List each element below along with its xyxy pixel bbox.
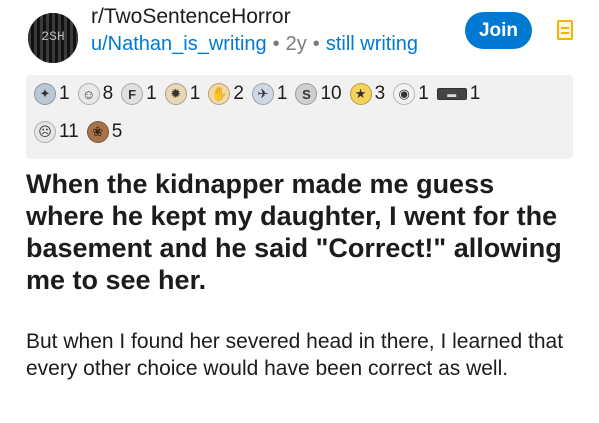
award-item[interactable]: ✋ 2 <box>208 83 244 105</box>
avatar-text: 2SH <box>41 29 65 44</box>
awards-row-1: ✦ 1 ☺ 8 F1 ✹ 1 ✋ 2 ✈ 1 S 10 ★ 3 ◉ 1 ▬ 1 <box>34 83 488 105</box>
award-item[interactable]: ❀ 5 <box>86 121 122 143</box>
award-item[interactable]: ☹ 11 <box>34 121 79 143</box>
award-item[interactable]: ★ 3 <box>349 83 385 105</box>
post-meta: u/Nathan_is_writing • 2y • still writing <box>91 33 418 56</box>
award-item[interactable]: ✦ 1 <box>34 83 70 105</box>
awards-row-2: ☹ 11 ❀ 5 <box>34 121 130 143</box>
banner-award-icon: ▬ <box>436 88 467 100</box>
awards-bar[interactable]: ✦ 1 ☺ 8 F1 ✹ 1 ✋ 2 ✈ 1 S 10 ★ 3 ◉ 1 ▬ 1 ☹ 11 ❀ 5 <box>26 75 573 159</box>
meta-separator: • <box>312 33 320 55</box>
silver-s-award-icon: S <box>295 83 318 105</box>
panda-award-icon: ◉ <box>393 83 416 105</box>
subreddit-avatar[interactable]: 2SH <box>28 13 78 63</box>
mindblown-award-icon: ✹ <box>164 83 187 105</box>
bear-award-icon: ❀ <box>86 121 109 143</box>
award-item[interactable]: ✹ 1 <box>164 83 200 105</box>
join-button[interactable]: Join <box>465 12 532 49</box>
author-link[interactable]: u/Nathan_is_writing <box>91 33 267 55</box>
post-body: But when I found her severed head in the… <box>26 330 564 380</box>
save-icon[interactable] <box>557 20 573 40</box>
hand-award-icon: ✋ <box>208 83 231 105</box>
subreddit-name[interactable]: r/TwoSentenceHorror <box>91 5 291 29</box>
award-item[interactable]: ☺ 8 <box>77 83 113 105</box>
meta-separator: • <box>272 33 280 55</box>
grimace-award-icon: ☹ <box>34 121 56 143</box>
author-flair[interactable]: still writing <box>326 33 418 55</box>
post-header: 2SH r/TwoSentenceHorror u/Nathan_is_writ… <box>0 0 599 68</box>
post-age: 2y <box>285 33 307 55</box>
rocket-award-icon: ✈ <box>251 83 274 105</box>
f-award-icon: F <box>121 83 144 105</box>
award-item[interactable]: F1 <box>121 83 157 105</box>
award-item[interactable]: ◉ 1 <box>393 83 429 105</box>
award-item[interactable]: S 10 <box>295 83 342 105</box>
wholesome-award-icon: ☺ <box>77 83 100 105</box>
post-title[interactable]: When the kidnapper made me guess where h… <box>26 168 576 296</box>
award-item[interactable]: ✈ 1 <box>251 83 287 105</box>
award-item[interactable]: ▬ 1 <box>436 83 480 105</box>
gold-award-icon: ★ <box>349 83 372 105</box>
silver-award-icon: ✦ <box>34 83 56 105</box>
